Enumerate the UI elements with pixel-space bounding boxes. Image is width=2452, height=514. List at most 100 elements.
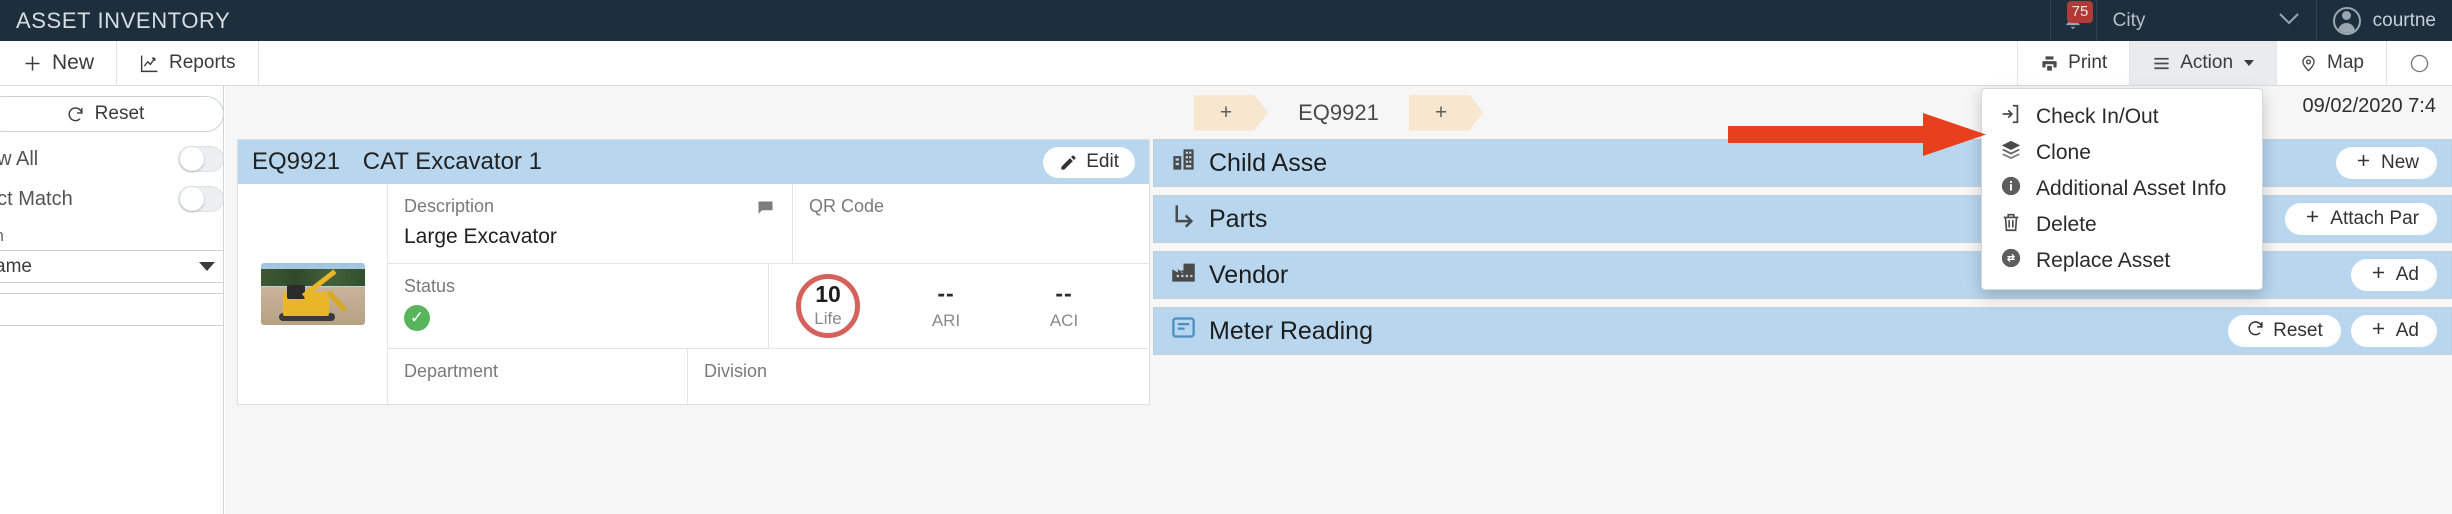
menu-item-clone-label: Clone [2036,141,2091,164]
asset-code: EQ9921 [252,148,341,175]
plus-icon [22,53,43,74]
user-menu[interactable]: courtne [2315,0,2452,41]
city-selector[interactable]: City [2095,0,2316,41]
metric-life: 10 Life [769,274,887,338]
menu-item-delete-label: Delete [2036,213,2097,236]
description-label: Description [404,196,495,216]
excavator-photo [260,263,365,325]
parts-attach-label: Attach Par [2330,208,2419,229]
section-parts-title: Parts [1170,202,1267,236]
section-vendor-title: Vendor [1170,258,1288,292]
asset-thumbnail-cell [238,184,388,404]
child-assets-new-button[interactable]: New [2335,147,2437,179]
caret-down-icon [2244,60,2255,66]
menu-item-clone[interactable]: Clone [1982,135,2262,171]
section-meter-reading[interactable]: Meter Reading Reset Ad [1153,307,2452,355]
section-parts-label: Parts [1209,204,1268,233]
section-vendor-actions: Ad [2350,259,2437,291]
asset-detail-card: EQ9921 CAT Excavator 1 Edit Description … [237,139,1150,405]
tab-add-right[interactable]: + [1409,95,1483,131]
section-child-assets-title: Child Asse [1170,146,1327,180]
metric-life-caption: Life [814,309,842,328]
city-selector-label: City [2112,9,2146,31]
show-all-toggle[interactable] [178,146,223,172]
menu-item-replace-asset[interactable]: Replace Asset [1982,243,2262,279]
show-all-row: ow All [0,146,223,172]
parts-corner-icon [1170,202,1197,236]
last-updated-timestamp: 09/02/2020 7:4 [2302,95,2436,117]
menu-item-check-in-out-label: Check In/Out [2036,105,2159,128]
menu-item-additional-asset-info[interactable]: Additional Asset Info [1982,171,2262,207]
edit-button-label: Edit [1086,151,1119,172]
toolbar-right-group: Print Action Map [2017,41,2452,85]
metric-aci-caption: ACI [1049,310,1079,330]
search-input[interactable] [0,293,223,326]
section-meter-reading-label: Meter Reading [1209,316,1373,345]
status-badge: ✓ [404,305,430,331]
division-cell: Division [688,349,1149,404]
sidebar-reset-button[interactable]: Reset [0,96,223,132]
section-parts-actions: Attach Par [2285,203,2437,235]
division-label: Division [704,361,768,381]
comment-icon[interactable] [755,198,776,219]
reports-button-label: Reports [169,52,236,73]
help-button[interactable] [2386,41,2452,85]
edit-button[interactable]: Edit [1043,146,1135,178]
plus-icon [2369,319,2388,344]
asset-card-body: Description Large Excavator QR Code Stat… [238,184,1149,404]
exact-match-toggle[interactable] [178,186,223,212]
chevron-down-icon [2278,12,2300,30]
filter-sidebar: Reset ow All act Match ch ame [0,86,224,514]
meter-reset-button[interactable]: Reset [2228,315,2341,347]
help-circle-icon [2409,53,2430,74]
factory-icon [1170,258,1197,292]
menu-item-delete[interactable]: Delete [1982,207,2262,243]
tab-add-left[interactable]: + [1194,95,1268,131]
info-circle-icon [2000,175,2022,203]
map-button[interactable]: Map [2276,41,2386,85]
show-all-label: ow All [0,147,39,170]
check-in-out-icon [2000,103,2022,131]
app-header: ASSET INVENTORY 75 City courtne [0,0,2452,41]
printer-icon [2040,54,2059,73]
description-value: Large Excavator [404,225,557,248]
metric-ari: -- ARI [887,279,1005,331]
metric-ari-value: -- [937,279,955,306]
asset-fields: Description Large Excavator QR Code Stat… [388,184,1149,404]
action-button[interactable]: Action [2129,41,2277,85]
plus-icon [2303,207,2322,232]
section-child-assets-label: Child Asse [1209,148,1328,177]
search-field-select[interactable]: ame [0,250,223,283]
menu-item-check-in-out[interactable]: Check In/Out [1982,99,2262,135]
print-button[interactable]: Print [2017,41,2130,85]
reports-button[interactable]: Reports [117,41,259,85]
section-meter-reading-title: Meter Reading [1170,314,1373,348]
parts-attach-button[interactable]: Attach Par [2285,203,2437,235]
pencil-icon [1059,153,1078,172]
asset-card-header: EQ9921 CAT Excavator 1 Edit [238,140,1149,184]
new-button-label: New [52,51,95,74]
tab-current-asset[interactable]: EQ9921 [1268,100,1409,126]
new-button[interactable]: New [0,41,118,85]
exact-match-label: act Match [0,187,73,210]
qr-code-label: QR Code [809,196,885,216]
metric-life-value: 10 [815,281,841,307]
refresh-icon [66,105,85,124]
notifications-button[interactable]: 75 [2049,0,2096,41]
status-label: Status [404,276,456,296]
menu-item-replace-asset-label: Replace Asset [2036,249,2171,272]
action-toolbar: New Reports Print Action Map [0,41,2452,86]
search-row [0,293,223,326]
description-cell: Description Large Excavator [388,184,793,263]
section-meter-reading-actions: Reset Ad [2228,315,2437,347]
metric-life-ring: 10 Life [796,274,860,338]
notification-badge: 75 [2066,1,2094,23]
user-name-label: courtne [2372,9,2436,31]
asset-field-row-1: Description Large Excavator QR Code [388,184,1149,264]
print-button-label: Print [2068,52,2108,73]
chart-icon [139,53,160,74]
asset-field-row-2: Status ✓ 10 Life -- ARI -- ACI [388,264,1149,349]
meter-add-button[interactable]: Ad [2350,315,2437,347]
vendor-add-button[interactable]: Ad [2350,259,2437,291]
